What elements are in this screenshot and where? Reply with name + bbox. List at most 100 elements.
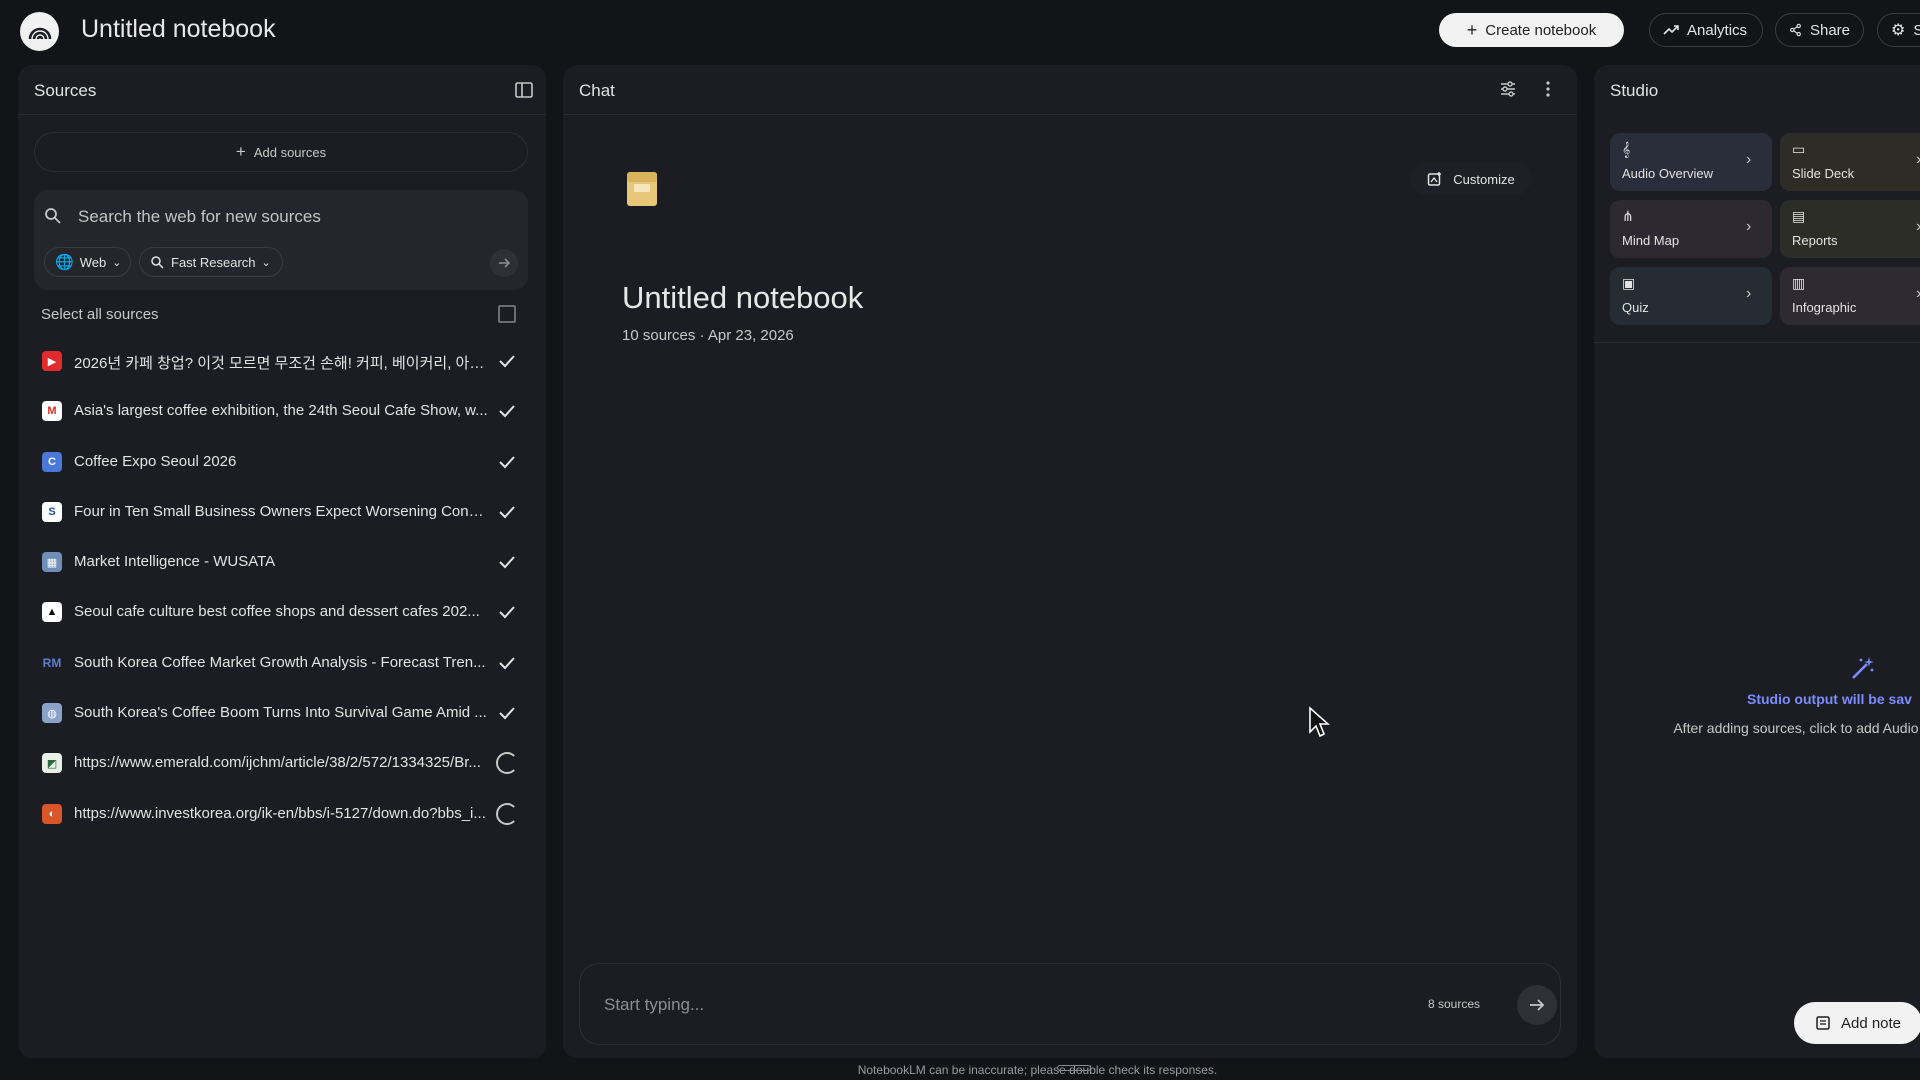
- source-checkbox-checked-icon[interactable]: [497, 401, 517, 421]
- notebooklm-logo-icon[interactable]: [20, 12, 59, 51]
- send-button[interactable]: [1517, 985, 1557, 1025]
- plus-icon: +: [1466, 19, 1478, 40]
- studio-tile[interactable]: ▥ Infographic ›: [1780, 267, 1920, 325]
- source-item-label: South Korea Coffee Market Growth Analysi…: [74, 653, 486, 671]
- collapse-panel-icon[interactable]: [514, 80, 534, 100]
- notebook-title[interactable]: Untitled notebook: [81, 15, 276, 44]
- arrow-right-icon: [499, 258, 511, 268]
- loading-spinner-icon: [496, 752, 518, 775]
- source-item[interactable]: ◩ https://www.emerald.com/ijchm/article/3…: [18, 737, 546, 787]
- triangle-logo-icon: ▲: [42, 602, 62, 623]
- studio-tile[interactable]: ⋔ Mind Map ›: [1610, 200, 1772, 258]
- studio-tile[interactable]: ▤ Reports ›: [1780, 200, 1920, 258]
- studio-tile-label: Reports: [1792, 233, 1838, 248]
- studio-header: Studio: [1594, 65, 1920, 115]
- source-item-label: https://www.emerald.com/ijchm/article/38…: [74, 754, 481, 772]
- web-label: Web: [79, 254, 107, 270]
- source-item[interactable]: ◍ South Korea's Coffee Boom Turns Into Su…: [18, 687, 546, 737]
- scroll-handle[interactable]: [1057, 1065, 1091, 1071]
- source-checkbox-checked-icon[interactable]: [497, 703, 517, 723]
- notebook-heading: Untitled notebook: [622, 280, 864, 315]
- source-checkbox-checked-icon[interactable]: [497, 351, 517, 371]
- mind-map-icon: ⋔: [1622, 208, 1634, 224]
- add-note-label: Add note: [1840, 1014, 1902, 1032]
- source-item[interactable]: ◐ https://www.investkorea.org/ik-en/bbs/i…: [18, 788, 546, 838]
- chat-input[interactable]: [604, 988, 1304, 1022]
- research-mode-dropdown[interactable]: Fast Research ⌄: [139, 247, 283, 277]
- note-icon: [1816, 1016, 1830, 1030]
- sources-panel: Sources + Add sources 🌐 Web ⌄ Fast Resea…: [18, 65, 546, 1058]
- source-list: ▶ 2026년 카페 창업? 이것 모르면 무조건 손해! 커피, 베이커리, 아…: [18, 335, 546, 838]
- infographic-icon: ▥: [1792, 275, 1806, 291]
- search-submit-button[interactable]: [490, 249, 518, 277]
- chevron-down-icon: ⌄: [261, 256, 271, 269]
- studio-tile-label: Slide Deck: [1792, 166, 1855, 181]
- source-item[interactable]: ▶ 2026년 카페 창업? 이것 모르면 무조건 손해! 커피, 베이커리, 아…: [18, 335, 546, 385]
- rm-logo-icon: RM: [42, 655, 62, 670]
- share-label: Share: [1809, 21, 1850, 39]
- chevron-right-icon[interactable]: ›: [1746, 286, 1760, 302]
- share-button[interactable]: Share: [1775, 13, 1864, 47]
- source-checkbox-checked-icon[interactable]: [497, 602, 517, 622]
- chat-header: Chat: [563, 65, 1577, 115]
- studio-tile-label: Infographic: [1792, 300, 1857, 315]
- web-source-dropdown[interactable]: 🌐 Web ⌄: [44, 247, 131, 277]
- source-checkbox-checked-icon[interactable]: [497, 502, 517, 522]
- youtube-icon: ▶: [42, 351, 62, 371]
- studio-tile[interactable]: 𝄞 Audio Overview ›: [1610, 133, 1772, 191]
- chat-title: Chat: [579, 81, 615, 100]
- source-checkbox-checked-icon[interactable]: [497, 653, 517, 673]
- chevron-right-icon[interactable]: ›: [1746, 152, 1760, 168]
- slides-icon: ▭: [1792, 141, 1806, 157]
- more-vert-icon[interactable]: [1539, 80, 1557, 98]
- tune-icon[interactable]: [1499, 80, 1517, 98]
- chat-panel: Chat Customize Untitled notebook 10 sour…: [563, 65, 1577, 1058]
- select-all-checkbox[interactable]: [498, 305, 516, 323]
- settings-button[interactable]: ⚙ S: [1877, 13, 1920, 47]
- source-item[interactable]: S Four in Ten Small Business Owners Expec…: [18, 486, 546, 536]
- chevron-right-icon[interactable]: ›: [1916, 219, 1920, 235]
- source-item[interactable]: C Coffee Expo Seoul 2026: [18, 436, 546, 486]
- source-item-label: https://www.investkorea.org/ik-en/bbs/i-…: [74, 804, 486, 822]
- source-item[interactable]: RM South Korea Coffee Market Growth Analy…: [18, 637, 546, 687]
- research-label: Fast Research: [171, 254, 256, 270]
- plus-icon: +: [235, 142, 246, 161]
- studio-tile[interactable]: ▣ Quiz ›: [1610, 267, 1772, 325]
- studio-title: Studio: [1610, 81, 1659, 100]
- select-all-label: Select all sources: [41, 306, 159, 323]
- chevron-right-icon[interactable]: ›: [1916, 286, 1920, 302]
- source-item[interactable]: M Asia's largest coffee exhibition, the 2…: [18, 385, 546, 435]
- chevron-right-icon[interactable]: ›: [1746, 219, 1760, 235]
- source-checkbox-checked-icon[interactable]: [497, 452, 517, 472]
- source-item[interactable]: ▲ Seoul cafe culture best coffee shops an…: [18, 586, 546, 636]
- studio-tile[interactable]: ▭ Slide Deck ›: [1780, 133, 1920, 191]
- studio-divider: [1594, 342, 1920, 343]
- source-item-label: Four in Ten Small Business Owners Expect…: [74, 502, 488, 520]
- reports-icon: ▤: [1792, 208, 1806, 224]
- globe-icon: ◍: [42, 703, 62, 724]
- create-notebook-button[interactable]: + Create notebook: [1439, 13, 1624, 47]
- source-item-label: Asia's largest coffee exhibition, the 24…: [74, 402, 488, 420]
- magic-wand-icon: [1852, 657, 1874, 679]
- source-checkbox-checked-icon[interactable]: [497, 552, 517, 572]
- s-logo-icon: S: [42, 501, 62, 522]
- source-item-label: South Korea's Coffee Boom Turns Into Sur…: [74, 704, 487, 722]
- notebook-emoji-icon: [627, 172, 657, 206]
- source-item[interactable]: ▦ Market Intelligence - WUSATA: [18, 536, 546, 586]
- source-item-label: 2026년 카페 창업? 이것 모르면 무조건 손해! 커피, 베이커리, 아이…: [74, 355, 488, 372]
- create-notebook-label: Create notebook: [1485, 21, 1597, 39]
- chevron-right-icon[interactable]: ›: [1916, 152, 1920, 168]
- source-item-label: Market Intelligence - WUSATA: [74, 553, 276, 571]
- analytics-button[interactable]: Analytics: [1649, 13, 1763, 47]
- disclaimer-footer: NotebookLM can be inaccurate; please dou…: [857, 1063, 1218, 1077]
- add-note-button[interactable]: Add note: [1794, 1002, 1920, 1044]
- flag-icon: ▦: [42, 552, 62, 573]
- studio-panel: Studio 𝄞 Audio Overview › ▭ Slide Deck › ⋔ Mind…: [1594, 65, 1920, 1058]
- gear-icon: ⚙: [1891, 22, 1906, 39]
- sources-title: Sources: [34, 81, 97, 100]
- customize-button[interactable]: Customize: [1411, 163, 1531, 195]
- web-search-input[interactable]: [48, 200, 508, 234]
- add-sources-button[interactable]: + Add sources: [34, 132, 528, 172]
- gmail-icon: M: [42, 401, 62, 422]
- settings-label: S: [1913, 21, 1920, 39]
